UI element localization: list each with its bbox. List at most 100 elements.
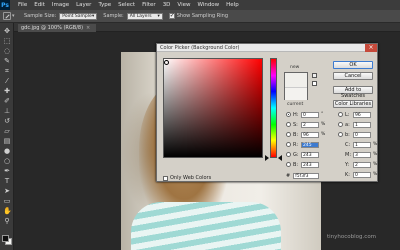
crop-icon[interactable]: ⌗ [3,67,11,75]
sample-size-select[interactable]: Point Sample ▾ [59,12,98,20]
ok-button[interactable]: OK [333,61,373,69]
menu-items: File Edit Image Layer Type Select Filter… [18,2,239,8]
marquee-icon[interactable]: ⬚ [3,37,11,45]
dodge-icon[interactable]: ○ [3,157,11,165]
eraser-icon[interactable]: ▱ [3,127,11,135]
channel-label: M: [345,151,351,158]
color-field-row: M: 3% [338,151,377,158]
channel-radio[interactable] [338,122,343,127]
menu-filter[interactable]: Filter [142,2,156,8]
shape-icon[interactable]: ▭ [3,197,11,205]
sample-layers-select[interactable]: All Layers ▾ [126,12,163,20]
channel-input[interactable]: 245 [301,141,319,148]
channel-radio[interactable] [286,152,291,157]
gamut-warning-icon[interactable] [312,73,317,78]
hex-label: # [286,173,291,179]
type-icon[interactable]: T [3,177,11,185]
color-field-row: L: 96 [338,111,373,118]
channel-input[interactable]: 96 [301,131,319,138]
tool-preset-dropdown-icon[interactable]: ▾ [12,13,18,19]
channel-radio[interactable] [338,112,343,117]
channel-input[interactable]: 1 [353,121,371,128]
menu-3d[interactable]: 3D [163,2,171,8]
menu-bar: Ps File Edit Image Layer Type Select Fil… [0,0,400,10]
web-safe-cube-icon[interactable] [312,81,317,86]
history-brush-icon[interactable]: ↺ [3,117,11,125]
pen-icon[interactable]: ✒ [3,167,11,175]
menu-type[interactable]: Type [98,2,111,8]
menu-window[interactable]: Window [197,2,219,8]
gradient-icon[interactable]: ▤ [3,137,11,145]
color-picker-dialog: Color Picker (Background Color) × new cu… [156,43,378,182]
sample-size-label: Sample Size: [24,13,57,19]
lasso-icon[interactable]: ◌ [3,47,11,55]
new-color-swatch [285,73,307,87]
color-field-row: Y: 2% [338,161,377,168]
hue-slider-right-arrow-icon[interactable] [278,155,282,161]
color-field-row: b: 0 [338,131,373,138]
only-web-colors-checkbox[interactable] [163,175,168,181]
channel-input[interactable]: 3 [353,151,371,158]
saturation-brightness-field[interactable] [163,58,263,158]
document-tab[interactable]: gdc.jpg @ 100% (RGB/8) × [18,24,97,32]
foreground-color-swatch[interactable] [2,235,9,242]
hex-input[interactable]: f5f3f3 [293,173,320,179]
dialog-title: Color Picker (Background Color) [157,44,377,52]
quick-select-icon[interactable]: ✎ [3,57,11,65]
menu-edit[interactable]: Edit [34,2,45,8]
channel-label: H: [293,111,299,118]
current-color-swatch[interactable] [285,87,307,100]
close-icon[interactable]: × [365,44,377,52]
brush-icon[interactable]: ✐ [3,97,11,105]
channel-radio[interactable] [338,132,343,137]
channel-radio[interactable] [286,142,291,147]
sample-layers-value: All Layers [129,13,152,19]
color-marker[interactable] [164,60,169,65]
channel-radio[interactable] [286,112,291,117]
show-sampling-ring-checkbox[interactable] [168,12,175,19]
hue-slider[interactable] [270,58,277,158]
channel-input[interactable]: 243 [301,151,319,158]
blur-icon[interactable]: ● [3,147,11,155]
color-libraries-button[interactable]: Color Libraries [333,100,373,108]
menu-file[interactable]: File [18,2,27,8]
channel-radio[interactable] [286,132,291,137]
hue-slider-left-arrow-icon[interactable] [265,155,269,161]
channel-radio[interactable] [286,122,291,127]
menu-help[interactable]: Help [226,2,239,8]
hex-field-row: # f5f3f3 [286,173,320,179]
show-sampling-ring-label: Show Sampling Ring [176,13,229,19]
channel-label: G: [293,151,299,158]
channel-input[interactable]: 1 [353,141,371,148]
eyedropper-icon[interactable]: ⁄ [3,77,11,85]
foreground-background-swatches[interactable] [2,235,12,245]
healing-brush-icon[interactable]: ✚ [3,87,11,95]
channel-input[interactable]: 0 [301,111,319,118]
channel-unit: % [373,172,378,177]
channel-input[interactable]: 2 [301,121,319,128]
channel-label: Y: [345,161,350,168]
channel-input[interactable]: 96 [353,111,371,118]
color-field-row: C: 1% [338,141,377,148]
hand-icon[interactable]: ✋ [3,207,12,215]
cancel-button[interactable]: Cancel [333,72,373,80]
channel-input[interactable]: 2 [353,161,371,168]
clone-stamp-icon[interactable]: ⊥ [3,107,11,115]
menu-image[interactable]: Image [52,2,69,8]
move-icon[interactable]: ✥ [3,27,11,35]
channel-input[interactable]: 0 [353,171,371,178]
path-select-icon[interactable]: ➤ [3,187,11,195]
only-web-colors-option[interactable]: Only Web Colors [163,175,211,181]
channel-label: B: [293,131,299,138]
menu-layer[interactable]: Layer [76,2,91,8]
zoom-icon[interactable]: ⚲ [3,217,11,225]
menu-view[interactable]: View [177,2,190,8]
color-field-row: B: 243 [286,161,321,168]
add-to-swatches-button[interactable]: Add to Swatches [333,86,373,99]
channel-input[interactable]: 0 [353,131,371,138]
eyedropper-icon[interactable] [3,12,11,20]
close-icon[interactable]: × [86,25,90,31]
channel-input[interactable]: 243 [301,161,319,168]
channel-radio[interactable] [286,162,291,167]
menu-select[interactable]: Select [118,2,135,8]
